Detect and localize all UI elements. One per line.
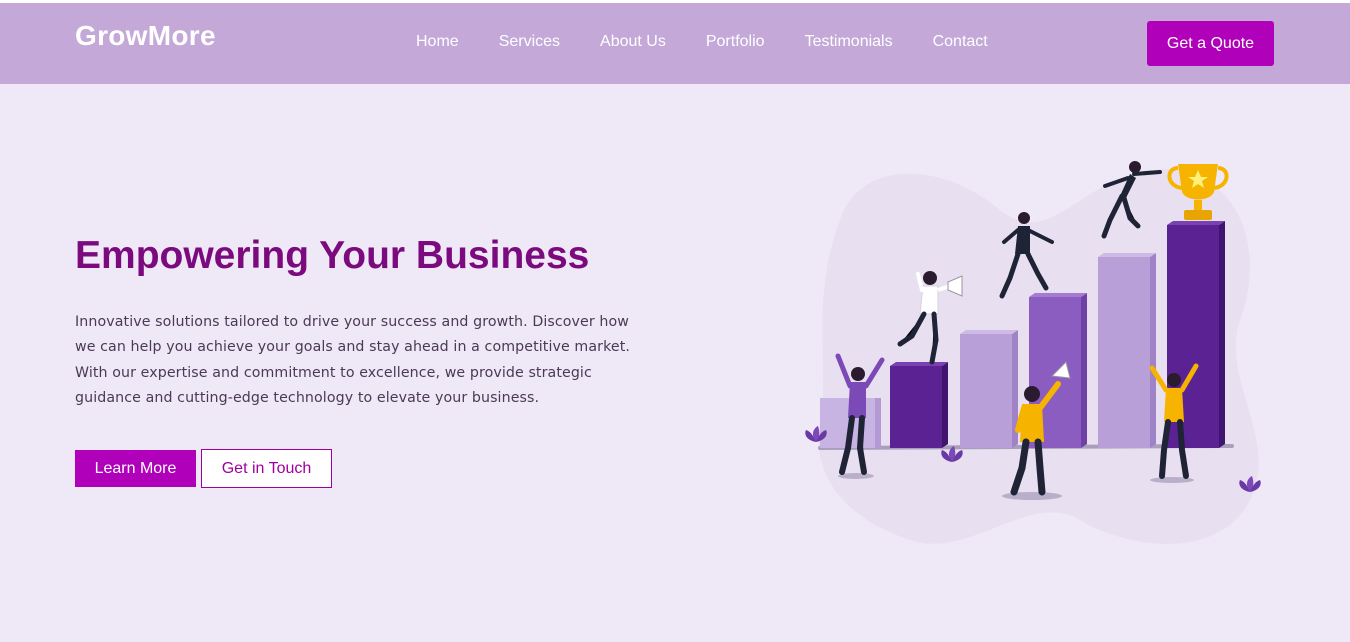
hero-description: Innovative solutions tailored to drive y… xyxy=(75,314,630,406)
learn-more-button[interactable]: Learn More xyxy=(75,450,196,487)
bar-3 xyxy=(960,330,1018,448)
nav-link-services[interactable]: Services xyxy=(479,33,580,51)
nav-link-portfolio[interactable]: Portfolio xyxy=(686,33,785,51)
get-in-touch-button[interactable]: Get in Touch xyxy=(201,449,332,488)
nav-link-about-us[interactable]: About Us xyxy=(580,33,686,51)
nav-link-home[interactable]: Home xyxy=(396,33,479,51)
bar-5 xyxy=(1098,253,1156,448)
navbar: GrowMore Home Services About Us Portfoli… xyxy=(0,3,1350,84)
brand-logo[interactable]: GrowMore xyxy=(75,20,216,52)
nav-menu: Home Services About Us Portfolio Testimo… xyxy=(396,33,1008,51)
nav-link-contact[interactable]: Contact xyxy=(913,33,1008,51)
bar-2 xyxy=(890,362,948,448)
nav-link-testimonials[interactable]: Testimonials xyxy=(785,33,913,51)
page: GrowMore Home Services About Us Portfoli… xyxy=(0,0,1350,642)
get-quote-button[interactable]: Get a Quote xyxy=(1147,21,1274,66)
business-growth-illustration xyxy=(805,161,1261,544)
hero-title: Empowering Your Business xyxy=(75,234,590,277)
